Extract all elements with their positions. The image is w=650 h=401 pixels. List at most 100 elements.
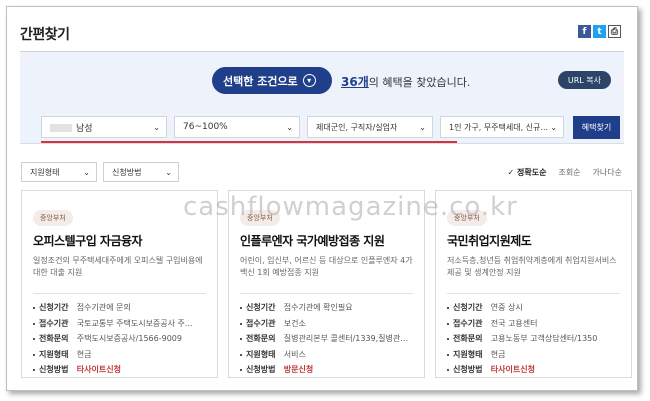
info-key: 전화문의 <box>240 331 284 347</box>
card-description: 저소득층,청년등 취업취약계층에게 취업지원서비스 제공 및 생계안정 지원 <box>447 256 617 277</box>
income-select[interactable]: 76~100% ⌄ <box>174 116 300 138</box>
condition-toggle-button[interactable]: 선택한 조건으로 ▾ <box>212 67 332 94</box>
info-value: 접수기관에 문의 <box>76 303 131 312</box>
info-value: 전국 고용센터 <box>490 318 538 328</box>
watermark: cashflowmagazine.co.kr <box>183 192 518 222</box>
info-key: 신청기간 <box>240 300 284 316</box>
info-row: 전화문의 질병관리본부 콜센터/1339,질병관리... <box>240 331 413 347</box>
chevron-down-icon: ⌄ <box>550 122 557 132</box>
gender-select[interactable]: 남성 ⌄ <box>41 116 167 138</box>
apply-method-link[interactable]: 방문신청 <box>284 362 413 378</box>
twitter-icon[interactable]: t <box>593 25 606 38</box>
support-type-label: 지원형태 <box>30 167 60 177</box>
info-key: 전화문의 <box>447 331 491 347</box>
sort-accuracy[interactable]: ✓ 정확도순 <box>508 167 547 178</box>
card-description: 일정조건의 무주택세대주에게 오피스텔 구입비용에 대한 대출 지원 <box>33 256 203 277</box>
search-panel: 선택한 조건으로 ▾ 36개의 혜택을 찾았습니다. URL 복사 남성 ⌄ 7… <box>20 52 624 144</box>
card-info: 신청기간 연중 상시 접수기관 전국 고용센터 전화문의 고용노동부 고객상담센터/1… <box>447 300 620 378</box>
info-key: 접수기관 <box>447 316 491 332</box>
print-icon[interactable]: ⎙ <box>608 25 621 38</box>
blurred-age-value <box>50 124 72 132</box>
apply-method-link[interactable]: 타사이트신청 <box>491 362 620 378</box>
info-key: 접수기관 <box>240 316 284 332</box>
chevron-down-icon: ⌄ <box>419 122 426 132</box>
info-row: 신청기간 연중 상시 <box>447 300 620 316</box>
info-row: 접수기관 국토교통부 주택도시보증공사 주... <box>33 316 206 332</box>
chevron-down-icon: ⌄ <box>153 122 160 132</box>
page-title: 간편찾기 <box>20 27 70 43</box>
info-value: 현금 <box>76 349 92 359</box>
sort-accuracy-label: 정확도순 <box>517 168 547 177</box>
sort-alphabetical[interactable]: 가나다순 <box>593 167 622 178</box>
card-title[interactable]: 국민취업지원제도 <box>447 232 620 249</box>
info-value: 연중 상시 <box>490 303 523 312</box>
info-value: 질병관리본부 콜센터/1339,질병관리... <box>283 334 413 343</box>
card-title[interactable]: 오피스텔구입 자금융자 <box>33 232 206 249</box>
divider <box>33 293 206 294</box>
info-key: 접수기관 <box>33 316 77 332</box>
facebook-icon[interactable]: f <box>578 25 591 38</box>
share-bar: f t ⎙ <box>578 25 621 38</box>
card-title[interactable]: 인플루엔자 국가예방접종 지원 <box>240 232 413 249</box>
info-key: 전화문의 <box>33 331 77 347</box>
info-value: 접수기관에 확인필요 <box>283 303 353 312</box>
info-row: 지원형태 현금 <box>447 347 620 363</box>
info-key: 지원형태 <box>447 347 491 363</box>
info-row: 지원형태 현금 <box>33 347 206 363</box>
result-summary: 36개의 혜택을 찾았습니다. <box>341 73 470 90</box>
info-row: 신청기간 접수기관에 확인필요 <box>240 300 413 316</box>
filter-row: 남성 ⌄ 76~100% ⌄ 제대군인, 구직자/실업자 ⌄ 1인 가구, 무주… <box>41 116 620 139</box>
occupation-select[interactable]: 제대군인, 구직자/실업자 ⌄ <box>307 116 433 138</box>
result-count[interactable]: 36개 <box>341 75 369 89</box>
info-row: 접수기관 보건소 <box>240 316 413 332</box>
info-row: 접수기관 전국 고용센터 <box>447 316 620 332</box>
info-key: 지원형태 <box>33 347 77 363</box>
info-value: 서비스 <box>283 349 306 359</box>
page-frame: 간편찾기 f t ⎙ 선택한 조건으로 ▾ 36개의 혜택을 찾았습니다. UR… <box>6 6 638 391</box>
divider <box>240 293 413 294</box>
info-key: 신청방법 <box>240 362 284 378</box>
chevron-down-icon: ▾ <box>302 74 316 87</box>
card-description: 어린이, 임신부, 어르신 등 대상으로 인플루엔자 4가백신 1회 예방접종 … <box>240 256 413 277</box>
card-info: 신청기간 접수기관에 문의 접수기관 국토교통부 주택도시보증공사 주... 전화문… <box>33 300 206 378</box>
income-value: 76~100% <box>183 122 228 132</box>
divider <box>447 293 620 294</box>
apply-method-link[interactable]: 타사이트신청 <box>77 362 206 378</box>
info-row: 신청방법 방문신청 <box>240 362 413 378</box>
info-value: 현금 <box>490 349 506 359</box>
household-select[interactable]: 1인 가구, 무주택세대, 신규... ⌄ <box>440 116 564 138</box>
condition-label: 선택한 조건으로 <box>223 74 298 88</box>
occupation-value: 제대군인, 구직자/실업자 <box>316 122 398 132</box>
info-key: 신청방법 <box>33 362 77 378</box>
support-type-select[interactable]: 지원형태 ⌄ <box>21 162 97 182</box>
highlight-underline <box>41 141 457 143</box>
chevron-down-icon: ⌄ <box>165 167 172 177</box>
info-value: 보건소 <box>283 318 306 328</box>
info-row: 전화문의 고용노동부 고객상담센터/1350 <box>447 331 620 347</box>
apply-method-select[interactable]: 신청방법 ⌄ <box>103 162 179 182</box>
info-value: 고용노동부 고객상담센터/1350 <box>490 334 598 343</box>
card-info: 신청기간 접수기관에 확인필요 접수기관 보건소 전화문의 질병관리본부 콜센터/13… <box>240 300 413 378</box>
sort-views[interactable]: 조회순 <box>558 167 580 178</box>
info-key: 신청방법 <box>447 362 491 378</box>
result-text: 의 혜택을 찾았습니다. <box>368 76 471 89</box>
find-benefits-button[interactable]: 혜택찾기 <box>573 116 620 139</box>
sort-options: ✓ 정확도순 조회순 가나다순 <box>508 167 623 178</box>
category-badge: 중앙부처 <box>33 210 73 226</box>
gender-value: 남성 <box>76 123 93 134</box>
chevron-down-icon: ⌄ <box>83 167 90 177</box>
info-key: 지원형태 <box>240 347 284 363</box>
chevron-down-icon: ⌄ <box>286 122 293 132</box>
filter-tools: 지원형태 ⌄ 신청방법 ⌄ <box>21 162 179 182</box>
info-row: 신청기간 접수기관에 문의 <box>33 300 206 316</box>
info-row: 신청방법 타사이트신청 <box>447 362 620 378</box>
household-value: 1인 가구, 무주택세대, 신규... <box>449 122 549 132</box>
info-row: 신청방법 타사이트신청 <box>33 362 206 378</box>
info-row: 전화문의 주택도시보증공사/1566-9009 <box>33 331 206 347</box>
info-key: 신청기간 <box>447 300 491 316</box>
url-copy-button[interactable]: URL 복사 <box>557 71 611 89</box>
apply-method-label: 신청방법 <box>112 167 142 177</box>
info-value: 국토교통부 주택도시보증공사 주... <box>76 318 193 328</box>
info-key: 신청기간 <box>33 300 77 316</box>
info-value: 주택도시보증공사/1566-9009 <box>76 334 182 343</box>
